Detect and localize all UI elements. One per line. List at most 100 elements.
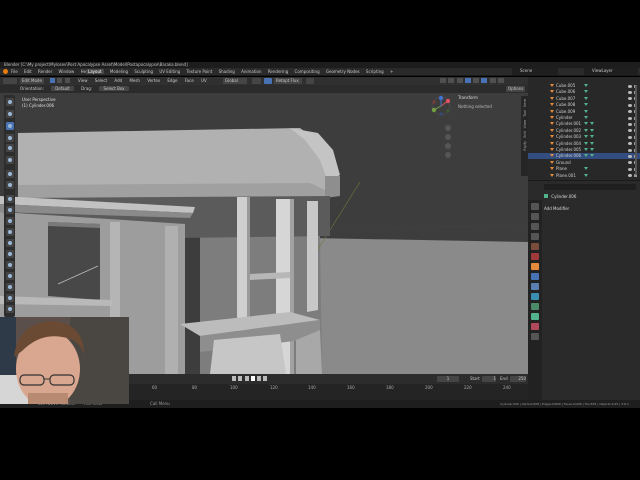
particles-icon[interactable] — [531, 283, 539, 290]
menu-uv[interactable]: UV — [201, 78, 207, 83]
next-keyframe-icon[interactable] — [257, 376, 262, 381]
material-shading-icon[interactable] — [489, 78, 496, 83]
modifier-icon[interactable] — [584, 141, 588, 145]
play-icon[interactable] — [250, 376, 255, 381]
visibility-eye-icon[interactable] — [628, 154, 632, 158]
tab-item[interactable]: Item — [523, 99, 527, 107]
scene-selector[interactable]: Scene — [512, 68, 558, 75]
extrude-icon[interactable] — [5, 195, 14, 203]
modifier-icon[interactable] — [584, 109, 588, 113]
overlay-icon[interactable] — [456, 78, 463, 83]
jump-end-icon[interactable] — [263, 376, 268, 381]
modifier-icon[interactable] — [590, 135, 594, 139]
pivot-point-icon[interactable] — [252, 78, 261, 84]
visibility-eye-icon[interactable] — [628, 167, 632, 171]
modifier-icon[interactable] — [590, 148, 594, 151]
add-modifier-button[interactable]: Add Modifier — [544, 206, 569, 212]
modifier-icon[interactable] — [584, 122, 588, 126]
rendered-shading-icon[interactable] — [497, 78, 504, 83]
select-box-icon[interactable] — [5, 98, 14, 106]
inset-icon[interactable] — [5, 206, 14, 214]
tab-scripting[interactable]: Scripting — [366, 69, 384, 74]
editor-type-button[interactable] — [3, 78, 17, 84]
scale-icon[interactable] — [5, 144, 14, 152]
texture-icon[interactable] — [531, 333, 539, 340]
outliner-row[interactable]: Ground — [528, 160, 640, 166]
orientation-dropdown[interactable]: Default — [51, 86, 74, 91]
outliner-row[interactable]: Cylinder.004 — [528, 141, 640, 147]
tab-rendering[interactable]: Rendering — [268, 69, 288, 74]
visibility-eye-icon[interactable] — [628, 174, 632, 178]
wireframe-shading-icon[interactable] — [473, 78, 480, 83]
object-icon[interactable] — [531, 263, 539, 270]
gizmo-icon[interactable] — [448, 78, 455, 83]
rotate-icon[interactable] — [5, 134, 14, 142]
knife-icon[interactable] — [5, 239, 14, 247]
face-select-icon[interactable] — [64, 78, 70, 83]
output-icon[interactable] — [531, 223, 539, 230]
visibility-eye-icon[interactable] — [628, 122, 632, 126]
tab-texture-paint[interactable]: Texture Paint — [187, 69, 213, 74]
render-icon[interactable] — [531, 213, 539, 220]
menu-render[interactable]: Render — [38, 69, 52, 74]
spin-icon[interactable] — [5, 261, 14, 269]
prev-keyframe-icon[interactable] — [238, 376, 243, 381]
outliner-row[interactable]: Cube.009 — [528, 109, 640, 115]
tab-tool[interactable]: Tool — [523, 110, 527, 117]
world-icon[interactable] — [531, 253, 539, 260]
tab-sculpting[interactable]: Sculpting — [134, 69, 153, 74]
transform-icon[interactable] — [5, 156, 14, 164]
tab-layout[interactable]: Layout — [86, 69, 104, 74]
tab-animation[interactable]: Animation — [241, 69, 261, 74]
add-workspace-button[interactable]: + — [390, 69, 393, 74]
modifier-icon[interactable] — [590, 154, 594, 158]
outliner-row[interactable]: Cylinder.003 — [528, 134, 640, 140]
visibility-eye-icon[interactable] — [628, 116, 632, 120]
proportional-edit-icon[interactable] — [306, 78, 314, 84]
modifier-icon[interactable] — [584, 173, 588, 177]
material-icon[interactable] — [531, 323, 539, 330]
modifier-icon[interactable] — [584, 90, 588, 94]
menu-edit[interactable]: Edit — [24, 69, 32, 74]
transform-orientation-dropdown[interactable]: Global — [223, 78, 247, 84]
snap-toggle-icon[interactable] — [264, 78, 272, 84]
wrench-tab-icon[interactable] — [531, 273, 539, 280]
tool-settings-icon[interactable] — [531, 203, 539, 210]
vertex-select-icon[interactable] — [50, 78, 55, 83]
smooth-icon[interactable] — [5, 272, 14, 280]
outliner-row[interactable]: Cylinder.006 — [528, 153, 640, 160]
zoom-icon[interactable] — [445, 125, 451, 131]
properties-search-input[interactable] — [544, 184, 636, 190]
visibility-eye-icon[interactable] — [628, 129, 632, 133]
scene-icon[interactable] — [531, 243, 539, 250]
view-layer-selector[interactable]: ViewLayer — [584, 68, 638, 75]
tab-geometry-nodes[interactable]: Geometry Nodes — [326, 69, 360, 74]
modifier-icon[interactable] — [590, 128, 594, 132]
current-frame-field[interactable]: 1 — [437, 376, 459, 382]
solid-shading-icon[interactable] — [481, 78, 488, 83]
outliner-row[interactable]: Cylinder.002 — [528, 128, 640, 134]
loopcut-icon[interactable] — [5, 228, 14, 236]
tab-view[interactable]: View — [523, 120, 527, 128]
outliner-row[interactable]: Cylinder — [528, 115, 640, 121]
modifier-icon[interactable] — [584, 84, 588, 87]
modifier-icon[interactable] — [584, 154, 588, 158]
outliner-row[interactable]: Cube.005 — [528, 83, 640, 89]
modifier-icon[interactable] — [584, 128, 588, 132]
modifier-icon[interactable] — [584, 116, 588, 119]
options-dropdown[interactable]: Options — [506, 86, 526, 92]
blender-logo-icon[interactable] — [3, 69, 8, 74]
menu-edge[interactable]: Edge — [167, 78, 177, 83]
modifier-icon[interactable] — [584, 96, 588, 100]
bevel-icon[interactable] — [5, 217, 14, 225]
play-reverse-icon[interactable] — [244, 376, 249, 381]
modifier-icon[interactable] — [590, 122, 594, 126]
visibility-eye-icon[interactable] — [628, 103, 632, 107]
outliner-row[interactable]: Cylinder.005 — [528, 147, 640, 153]
physics-icon[interactable] — [531, 293, 539, 300]
camera-icon[interactable] — [445, 143, 451, 149]
menu-select[interactable]: Select — [95, 78, 107, 83]
visibility-eye-icon[interactable] — [628, 84, 632, 88]
outliner-row[interactable]: Cylinder.001 — [528, 121, 640, 127]
visibility-eye-icon[interactable] — [628, 142, 632, 146]
